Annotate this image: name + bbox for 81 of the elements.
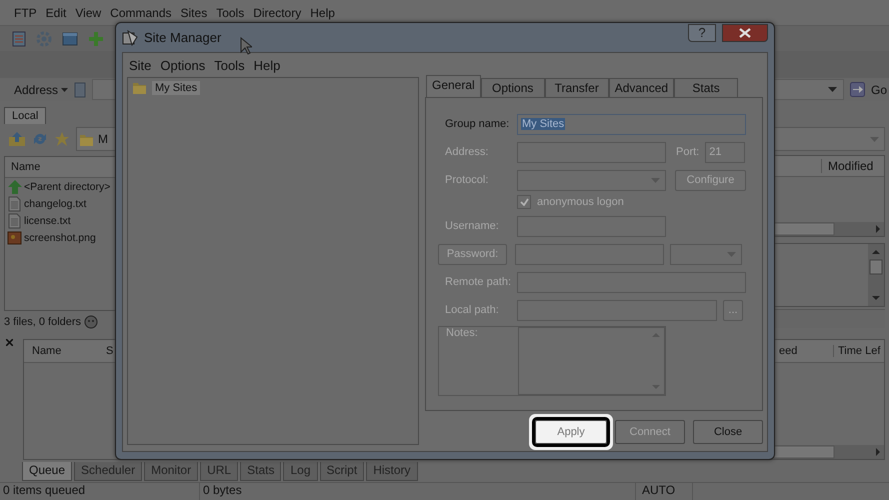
menu-item[interactable]: Directory (253, 6, 302, 20)
dropdown-arrow-icon[interactable] (828, 87, 837, 92)
panel-tab[interactable]: Monitor (144, 462, 198, 481)
file-row[interactable]: screenshot.png (5, 229, 444, 246)
help-button[interactable]: ? (688, 24, 716, 42)
column-header[interactable]: Time Lef (833, 345, 884, 357)
menu-item[interactable]: Commands (110, 6, 172, 20)
panel-tab[interactable]: Script (320, 462, 364, 481)
status-text: 0 items queued (0, 483, 200, 500)
go-button[interactable]: Go (870, 82, 889, 96)
folder-name: M (98, 132, 108, 146)
document-icon (7, 196, 22, 212)
gear-icon[interactable] (36, 30, 52, 46)
document-icon (7, 212, 22, 228)
column-header[interactable]: eed (779, 345, 833, 357)
tree-label[interactable]: My Sites (152, 80, 200, 94)
dropdown-arrow-icon[interactable] (870, 136, 879, 142)
menu-item[interactable]: Sites (180, 6, 208, 20)
dialog-button[interactable]: Close (693, 420, 763, 444)
panel-tab[interactable]: Scheduler (74, 462, 142, 481)
field-label: Address: (444, 146, 490, 158)
menu-item[interactable]: Help (310, 6, 335, 20)
file-row[interactable]: license.txt (5, 212, 444, 229)
up-arrow-icon (7, 178, 22, 194)
tab[interactable]: Stats (674, 78, 738, 97)
input-field[interactable]: My Sites (517, 114, 746, 134)
field-label: Port: (676, 146, 700, 158)
tab[interactable]: General (426, 75, 481, 97)
dialog-title: Site Manager (144, 30, 222, 45)
vertical-scrollbar[interactable] (868, 244, 884, 306)
caret-icon[interactable] (61, 88, 68, 92)
file-name: license.txt (24, 214, 71, 226)
folder-icon (132, 80, 147, 95)
address-label[interactable]: Address (14, 82, 58, 96)
status-text: 0 bytes (200, 483, 636, 500)
field-label: Group name: (444, 118, 510, 130)
tab[interactable]: Advanced (608, 78, 674, 97)
file-name: <Parent directory> (24, 180, 110, 192)
menu-item[interactable]: Options (160, 58, 206, 72)
face-icon (84, 315, 98, 329)
plus-icon[interactable] (88, 30, 104, 46)
folder-status: 3 files, 0 folders (4, 316, 82, 328)
file-name: changelog.txt (24, 198, 86, 210)
panel-tab[interactable]: History (366, 462, 418, 481)
column-header[interactable]: Name (5, 161, 40, 173)
close-icon[interactable] (6, 339, 13, 346)
menu-item[interactable]: Help (254, 58, 280, 72)
local-tab[interactable]: Local (4, 107, 46, 124)
tree-item[interactable]: My Sites (132, 80, 414, 95)
menu-item[interactable]: Tools (214, 58, 245, 72)
column-header[interactable]: Modified (821, 159, 884, 173)
field-label: Remote path: (444, 276, 511, 288)
field-label: Protocol: (444, 174, 490, 186)
menu-item[interactable]: View (75, 6, 102, 20)
column-header[interactable]: Name (24, 345, 98, 357)
image-file-icon (7, 230, 22, 246)
field-label: Local path: (444, 304, 500, 316)
folder-up-icon[interactable] (8, 131, 26, 147)
star-icon[interactable] (54, 131, 70, 147)
panel-tab[interactable]: Stats (240, 462, 282, 481)
menu-item[interactable]: Site (129, 58, 152, 72)
tab[interactable]: Options (480, 78, 545, 97)
field-label: Username: (444, 220, 500, 232)
panel-tab[interactable]: Queue (22, 462, 72, 481)
panel-tab[interactable]: URL (200, 462, 238, 481)
refresh-icon[interactable] (32, 131, 48, 147)
menu-item[interactable]: FTP (14, 6, 37, 20)
status-text: AUTO (636, 483, 693, 500)
panel-tab[interactable]: Log (283, 462, 318, 481)
menu-item[interactable]: Edit (46, 6, 66, 20)
check-icon (520, 198, 528, 206)
document-icon[interactable] (12, 30, 26, 46)
menu-item[interactable]: Tools (216, 6, 244, 20)
file-name: screenshot.png (24, 232, 96, 244)
field-label: Notes: (445, 327, 479, 339)
checkbox-label: anonymous logon (537, 196, 624, 208)
file-row[interactable]: <Parent directory> (5, 178, 444, 195)
file-row[interactable]: changelog.txt (5, 195, 444, 212)
close-button[interactable] (722, 24, 768, 42)
close-icon (739, 28, 751, 38)
tab[interactable]: Transfer (544, 78, 609, 97)
